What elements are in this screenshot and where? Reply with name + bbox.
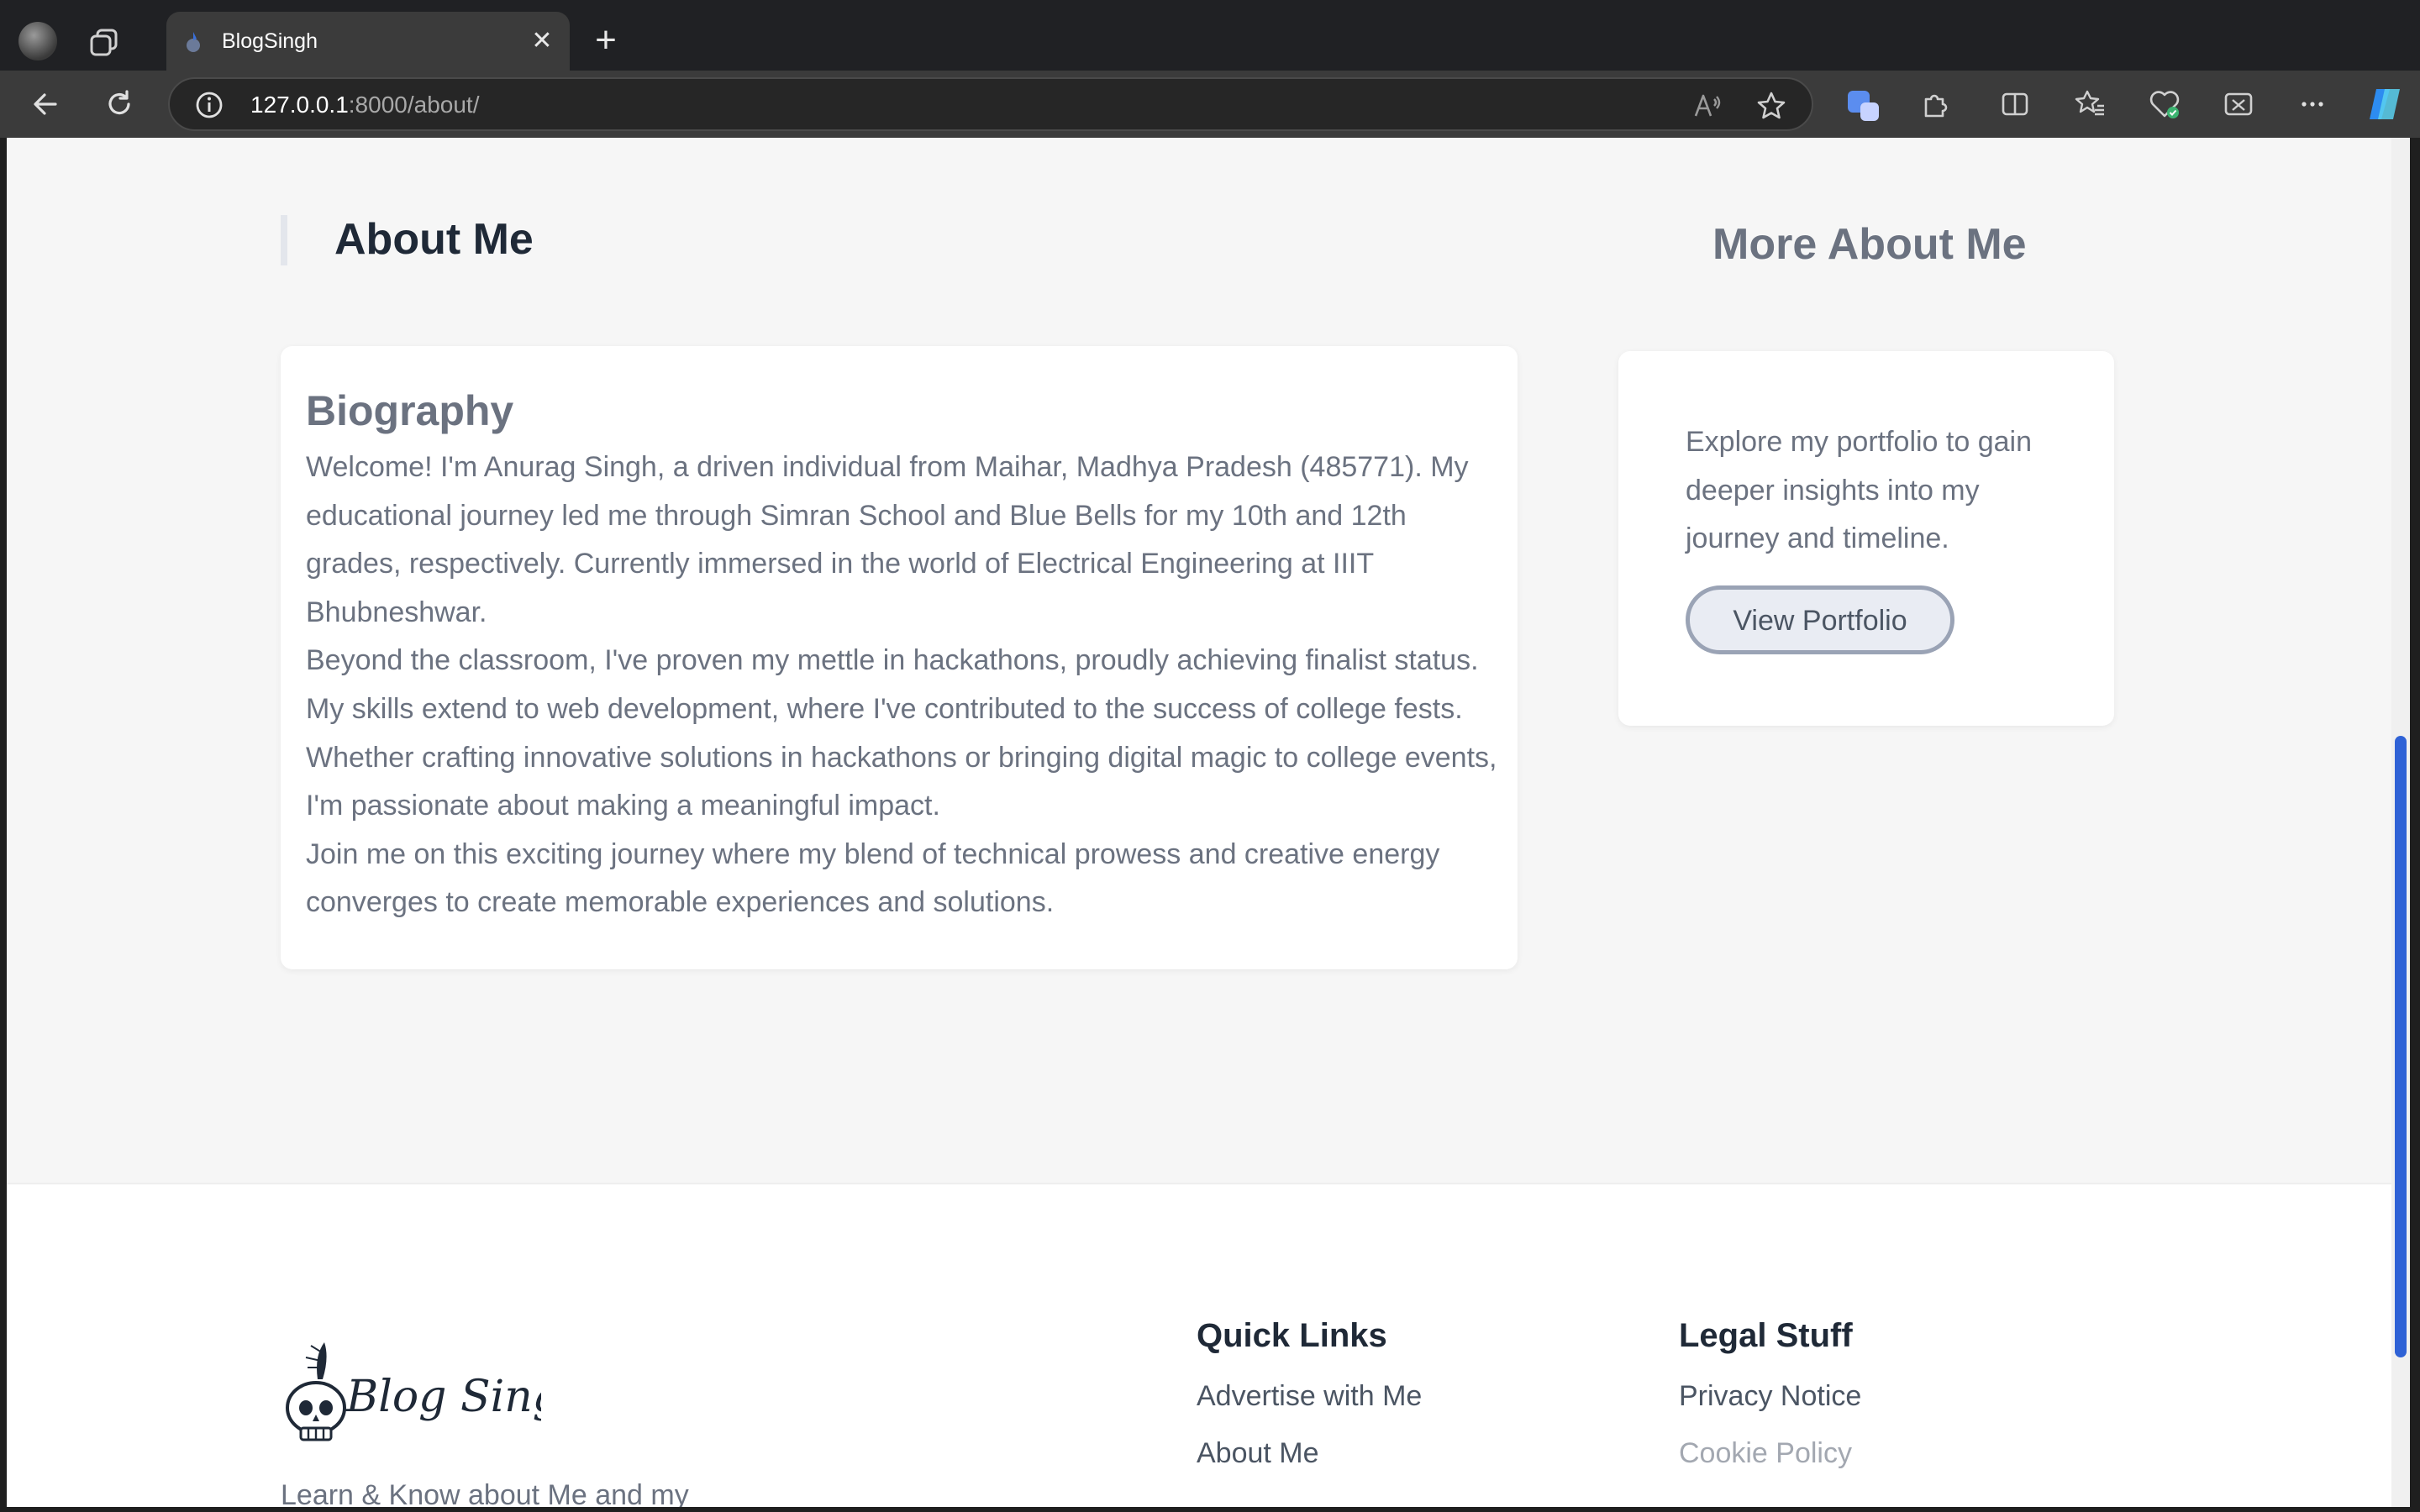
workspaces-icon[interactable]: [87, 27, 121, 57]
favorite-star-icon[interactable]: [1754, 89, 1788, 123]
back-arrow-icon[interactable]: [27, 86, 64, 123]
browser-essentials-icon[interactable]: [2146, 86, 2183, 123]
address-bar[interactable]: 127.0.0.1:8000/about/: [168, 77, 1813, 131]
biography-paragraph: Welcome! I'm Anurag Singh, a driven indi…: [306, 451, 1469, 628]
footer-link-advertise[interactable]: Advertise with Me: [1197, 1379, 1422, 1413]
view-portfolio-button[interactable]: View Portfolio: [1686, 585, 1954, 654]
site-info-icon[interactable]: [195, 91, 224, 119]
footer-link-cookie[interactable]: Cookie Policy: [1679, 1436, 1852, 1470]
quick-links-title: Quick Links: [1197, 1317, 1387, 1354]
blog-favicon-icon: [182, 30, 205, 54]
biography-title: Biography: [306, 387, 514, 434]
page-viewport: About Me More About Me Biography Welcome…: [7, 138, 2410, 1507]
browser-toolbar: 127.0.0.1:8000/about/: [0, 71, 2420, 138]
portfolio-text: Explore my portfolio to gain deeper insi…: [1686, 426, 2032, 555]
biography-card: Biography Welcome! I'm Anurag Singh, a d…: [281, 346, 1518, 969]
blogsingh-logo[interactable]: Blog Singh: [281, 1327, 589, 1453]
tab-blogsingh[interactable]: BlogSingh ✕: [166, 12, 570, 71]
close-tab-icon[interactable]: ✕: [528, 27, 556, 55]
biography-paragraph: Beyond the classroom, I've proven my met…: [306, 644, 1497, 822]
copilot-extension-icon[interactable]: [1845, 86, 1882, 123]
page-scrollbar[interactable]: [2391, 138, 2410, 1507]
url-path: :8000/about/: [348, 92, 480, 118]
browser-tab-bar: BlogSingh ✕ +: [0, 0, 2420, 71]
url-text: 127.0.0.1:8000/about/: [250, 92, 479, 118]
logo-wordmark: Blog Singh: [345, 1372, 541, 1422]
biography-text: Welcome! I'm Anurag Singh, a driven indi…: [306, 444, 1499, 927]
biography-paragraph: Join me on this exciting journey where m…: [306, 837, 1440, 919]
favorites-icon[interactable]: [2072, 86, 2109, 123]
portfolio-card: Explore my portfolio to gain deeper insi…: [1618, 351, 2114, 726]
scrollbar-thumb[interactable]: [2395, 736, 2407, 1357]
profile-avatar[interactable]: [18, 22, 57, 60]
url-host: 127.0.0.1: [250, 92, 349, 118]
split-screen-icon[interactable]: [1996, 86, 2033, 123]
more-options-icon[interactable]: [2294, 86, 2331, 123]
extensions-icon[interactable]: [1916, 86, 1953, 123]
copilot-icon[interactable]: [2363, 86, 2407, 123]
page-title: About Me: [334, 215, 534, 264]
footer: Blog Singh Learn & Know about Me and my …: [7, 1183, 2391, 1507]
screenshot-icon[interactable]: [2220, 86, 2257, 123]
heading-accent-bar: [281, 215, 287, 265]
footer-link-about[interactable]: About Me: [1197, 1436, 1319, 1470]
footer-link-privacy[interactable]: Privacy Notice: [1679, 1379, 1861, 1413]
footer-tagline: Learn & Know about Me and my: [281, 1479, 689, 1507]
read-aloud-icon[interactable]: [1691, 89, 1724, 123]
refresh-icon[interactable]: [101, 86, 138, 123]
tab-title: BlogSingh: [222, 29, 318, 53]
legal-stuff-title: Legal Stuff: [1679, 1317, 1853, 1354]
new-tab-button[interactable]: +: [588, 22, 623, 59]
sidebar-title: More About Me: [1712, 220, 2027, 269]
